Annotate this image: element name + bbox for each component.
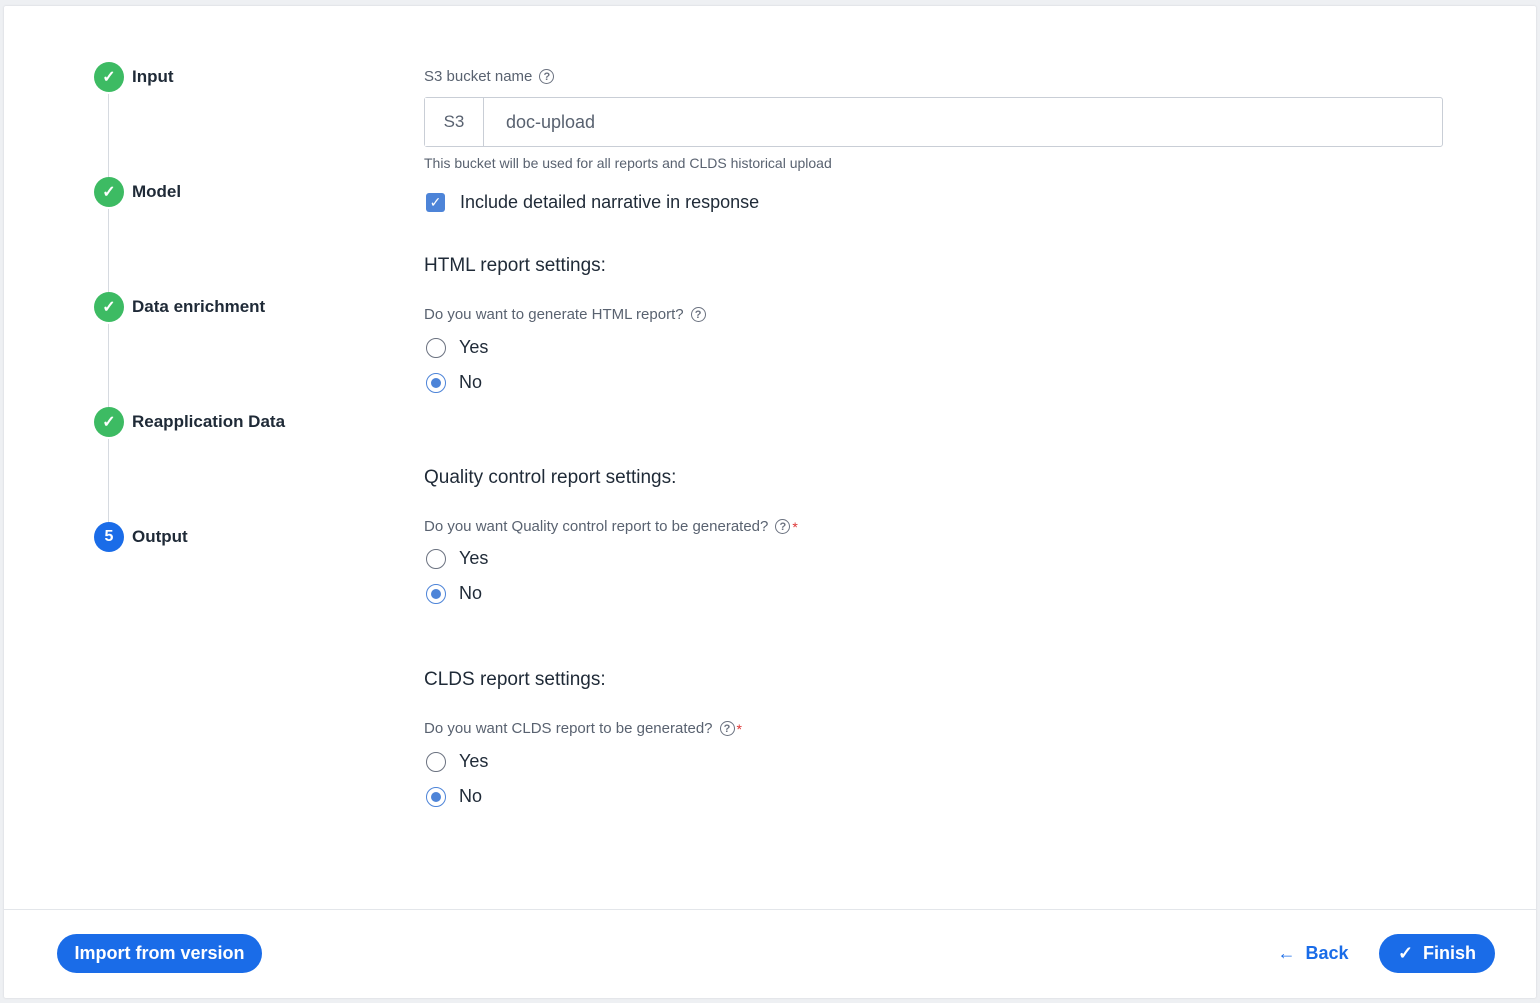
step-output[interactable]: 5 Output xyxy=(94,520,188,554)
clds-report-question-text: Do you want CLDS report to be generated? xyxy=(424,720,713,737)
check-icon: ✓ xyxy=(94,177,124,207)
check-icon: ✓ xyxy=(94,407,124,437)
step-input[interactable]: ✓ Input xyxy=(94,60,174,94)
required-mark: * xyxy=(792,518,798,535)
required-mark: * xyxy=(736,720,742,737)
qc-report-yes-option[interactable]: Yes xyxy=(426,548,488,569)
clds-report-no-option[interactable]: No xyxy=(426,786,482,807)
step-number: 5 xyxy=(94,522,124,552)
narrative-checkbox-label: Include detailed narrative in response xyxy=(460,192,760,212)
arrow-left-icon: ← xyxy=(1277,943,1296,963)
help-icon[interactable]: ? xyxy=(775,519,791,534)
radio-yes[interactable] xyxy=(426,337,446,358)
clds-report-question: Do you want CLDS report to be generated?… xyxy=(424,720,742,737)
help-icon[interactable]: ? xyxy=(539,69,555,84)
qc-report-no-option[interactable]: No xyxy=(426,583,482,604)
footer-divider xyxy=(4,909,1536,910)
step-label: Model xyxy=(132,182,182,201)
step-connector xyxy=(108,324,109,409)
finish-label: Finish xyxy=(1423,943,1477,963)
radio-yes[interactable] xyxy=(426,548,446,569)
import-from-version-button[interactable]: Import from version xyxy=(57,934,262,973)
step-connector xyxy=(108,439,109,524)
html-report-yes-option[interactable]: Yes xyxy=(426,337,488,358)
step-model[interactable]: ✓ Model xyxy=(94,175,181,209)
step-reapplication-data[interactable]: ✓ Reapplication Data xyxy=(94,405,285,439)
step-label: Input xyxy=(132,67,174,86)
check-icon: ✓ xyxy=(1397,943,1414,963)
html-report-question: Do you want to generate HTML report? ? xyxy=(424,306,706,323)
radio-label-no: No xyxy=(459,786,483,806)
qc-report-question-text: Do you want Quality control report to be… xyxy=(424,518,769,535)
qc-report-question: Do you want Quality control report to be… xyxy=(424,518,798,535)
radio-label-yes: Yes xyxy=(459,751,489,771)
step-label: Data enrichment xyxy=(132,297,266,316)
narrative-checkbox[interactable]: ✓ xyxy=(426,193,445,212)
help-icon[interactable]: ? xyxy=(690,307,706,322)
s3-prefix: S3 xyxy=(425,98,484,146)
help-icon[interactable]: ? xyxy=(719,721,735,736)
html-report-question-text: Do you want to generate HTML report? xyxy=(424,306,684,323)
step-label: Reapplication Data xyxy=(132,412,286,431)
finish-button[interactable]: ✓ Finish xyxy=(1379,934,1495,973)
clds-report-yes-option[interactable]: Yes xyxy=(426,751,488,772)
html-report-no-option[interactable]: No xyxy=(426,372,482,393)
step-connector xyxy=(108,94,109,179)
back-label: Back xyxy=(1305,943,1349,963)
html-report-title: HTML report settings: xyxy=(424,255,606,276)
radio-label-yes: Yes xyxy=(459,337,489,357)
radio-yes[interactable] xyxy=(426,751,446,772)
wizard-card: ✓ Input ✓ Model ✓ Data enrichment ✓ Reap… xyxy=(4,6,1536,998)
check-icon: ✓ xyxy=(94,292,124,322)
radio-no[interactable] xyxy=(426,372,446,393)
radio-label-yes: Yes xyxy=(459,548,489,568)
s3-bucket-hint: This bucket will be used for all reports… xyxy=(424,155,832,171)
radio-label-no: No xyxy=(459,583,483,603)
step-connector xyxy=(108,209,109,294)
radio-no[interactable] xyxy=(426,786,446,807)
narrative-checkbox-row[interactable]: ✓ Include detailed narrative in response xyxy=(426,192,759,213)
radio-no[interactable] xyxy=(426,583,446,604)
clds-report-title: CLDS report settings: xyxy=(424,669,606,690)
s3-bucket-input-group: S3 xyxy=(424,97,1443,147)
qc-report-title: Quality control report settings: xyxy=(424,467,677,488)
check-icon: ✓ xyxy=(94,62,124,92)
s3-bucket-label: S3 bucket name ? xyxy=(424,68,555,85)
radio-label-no: No xyxy=(459,372,483,392)
s3-bucket-label-text: S3 bucket name xyxy=(424,68,533,85)
import-from-version-label: Import from version xyxy=(74,943,245,963)
back-button[interactable]: ← Back xyxy=(1268,934,1358,973)
s3-bucket-input[interactable] xyxy=(484,98,1442,146)
step-label: Output xyxy=(132,527,188,546)
step-data-enrichment[interactable]: ✓ Data enrichment xyxy=(94,290,265,324)
